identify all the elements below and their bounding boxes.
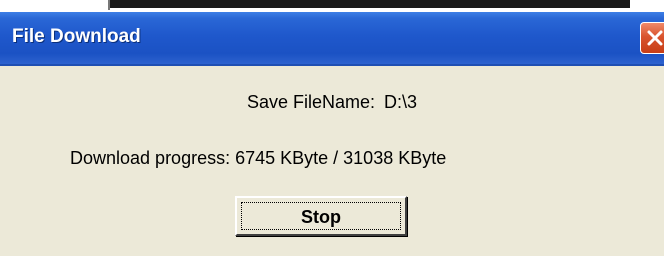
stop-button[interactable]: Stop (235, 196, 407, 236)
download-progress-text: Download progress: 6745 KByte / 31038 KB… (70, 148, 447, 168)
stop-button-label: Stop (301, 207, 341, 227)
title-bar[interactable]: File Download (0, 12, 664, 66)
save-filename-line: Save FileName: D:\3 (0, 92, 664, 113)
close-button[interactable] (640, 22, 664, 54)
background-window-strip (0, 0, 664, 12)
dialog-body: Save FileName: D:\3 Download progress: 67… (0, 66, 664, 256)
filename-label: Save FileName: (246, 92, 376, 112)
background-window-edge (110, 0, 630, 8)
close-icon (647, 30, 663, 46)
filename-value: D:\3 (384, 92, 418, 112)
window-title: File Download (12, 26, 141, 47)
